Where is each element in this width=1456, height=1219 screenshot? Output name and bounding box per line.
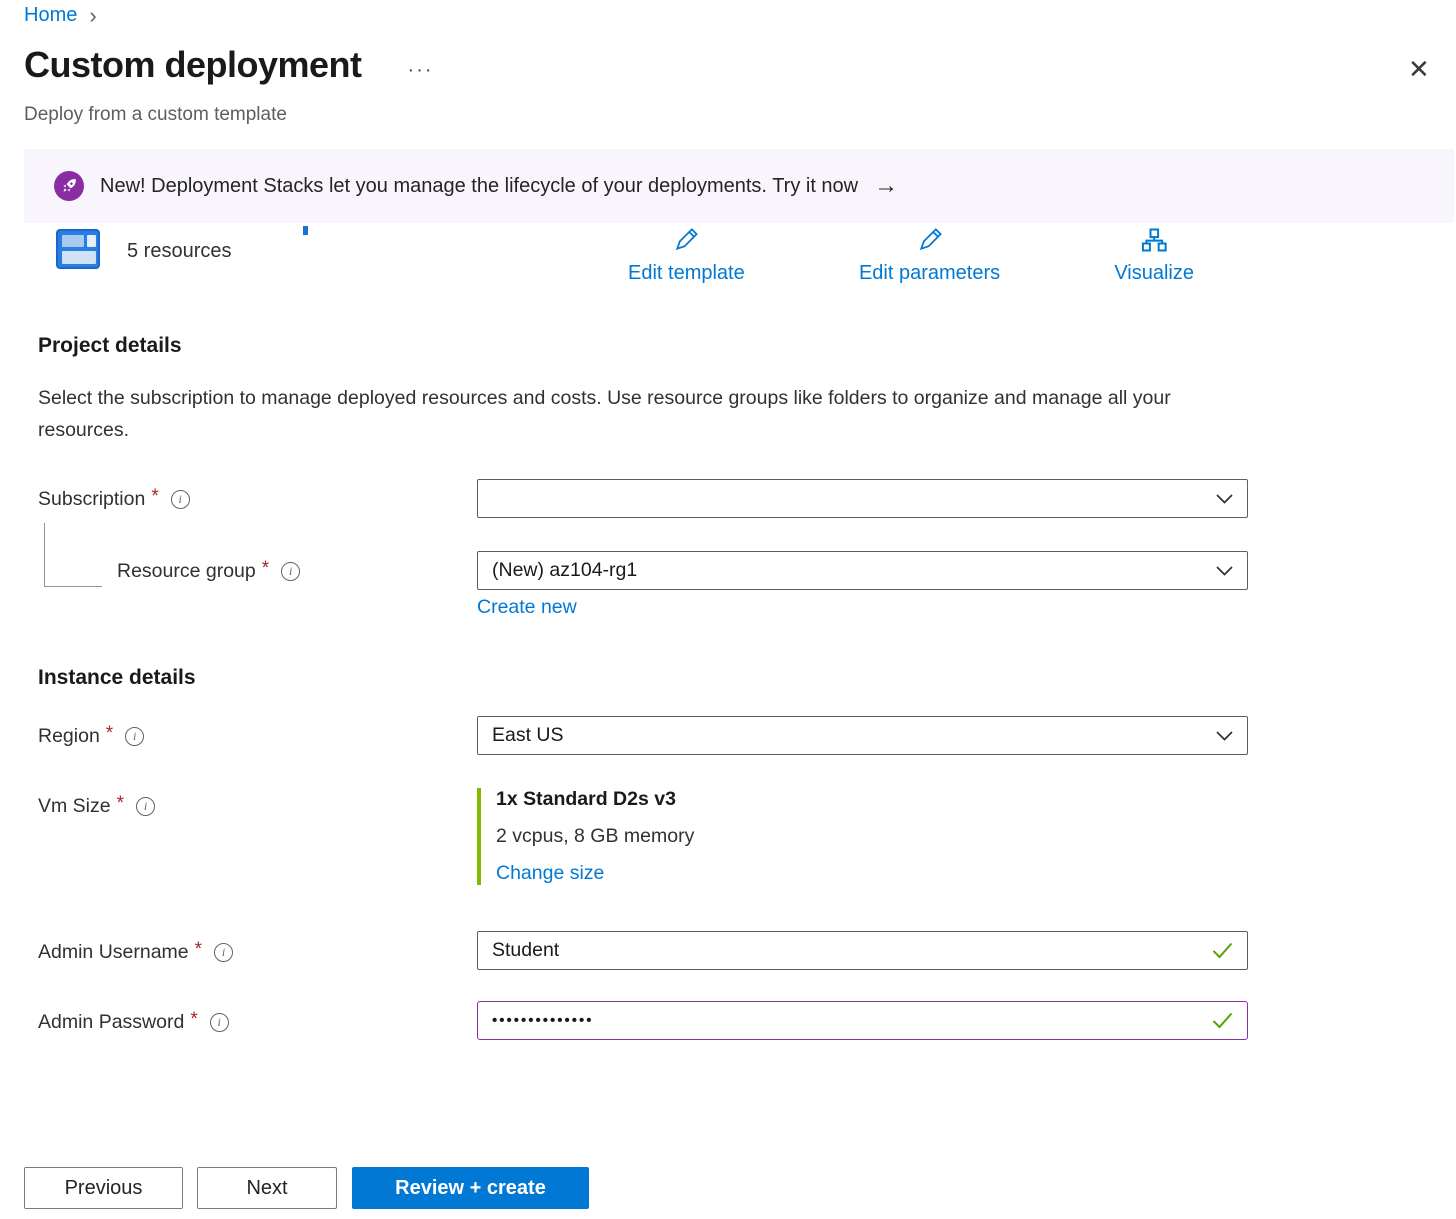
label-text: Vm Size (38, 795, 111, 818)
subscription-label: Subscription * i (38, 488, 190, 511)
vm-size-label: Vm Size * i (38, 795, 155, 818)
create-new-link[interactable]: Create new (477, 596, 577, 619)
field-connector-line (44, 523, 102, 587)
project-details-heading: Project details (38, 334, 182, 358)
info-icon[interactable]: i (281, 562, 300, 581)
template-actions: Edit template Edit parameters Visualize (628, 226, 1194, 285)
vm-size-specs: 2 vcpus, 8 GB memory (496, 825, 694, 848)
chevron-down-icon (1216, 566, 1233, 576)
close-icon[interactable]: ✕ (1408, 56, 1430, 82)
required-marker: * (151, 486, 158, 508)
info-icon[interactable]: i (171, 490, 190, 509)
more-options-ellipsis[interactable]: ··· (408, 59, 434, 82)
banner-message: New! Deployment Stacks let you manage th… (100, 175, 858, 198)
required-marker: * (117, 793, 124, 815)
info-icon[interactable]: i (136, 797, 155, 816)
breadcrumb-home-link[interactable]: Home (24, 4, 77, 27)
chevron-down-icon (1216, 494, 1233, 504)
admin-username-field-wrap (477, 931, 1248, 970)
vm-size-selection: 1x Standard D2s v3 (496, 788, 694, 811)
admin-password-input[interactable] (492, 1012, 1212, 1029)
edit-template-button[interactable]: Edit template (628, 226, 745, 285)
required-marker: * (262, 558, 269, 580)
page-header: Custom deployment ··· (24, 44, 434, 86)
rocket-icon (54, 171, 84, 201)
label-text: Admin Username (38, 941, 189, 964)
stray-caret-artifact (303, 226, 308, 235)
label-text: Admin Password (38, 1011, 184, 1034)
action-label: Edit parameters (859, 262, 1000, 285)
deployment-stacks-banner[interactable]: New! Deployment Stacks let you manage th… (24, 149, 1454, 223)
admin-username-input[interactable] (492, 939, 1212, 962)
admin-password-label: Admin Password * i (38, 1011, 229, 1034)
region-label: Region * i (38, 725, 144, 748)
change-size-link[interactable]: Change size (496, 862, 604, 885)
template-resources-icon (56, 229, 100, 269)
resource-group-value: (New) az104-rg1 (492, 559, 637, 582)
instance-details-heading: Instance details (38, 666, 196, 690)
org-chart-icon (1140, 226, 1168, 259)
region-value: East US (492, 724, 564, 747)
required-marker: * (190, 1009, 197, 1031)
visualize-button[interactable]: Visualize (1114, 226, 1194, 285)
project-details-description: Select the subscription to manage deploy… (38, 382, 1198, 446)
next-button[interactable]: Next (197, 1167, 337, 1209)
subscription-dropdown[interactable] (477, 479, 1248, 518)
breadcrumb: Home › (24, 4, 97, 27)
info-icon[interactable]: i (210, 1013, 229, 1032)
required-marker: * (195, 939, 202, 961)
arrow-right-icon: → (874, 174, 898, 198)
resource-group-label: Resource group * i (117, 560, 300, 583)
action-label: Edit template (628, 262, 745, 285)
valid-check-icon (1212, 942, 1233, 959)
previous-button[interactable]: Previous (24, 1167, 183, 1209)
info-icon[interactable]: i (125, 727, 144, 746)
label-text: Region (38, 725, 100, 748)
resource-group-dropdown[interactable]: (New) az104-rg1 (477, 551, 1248, 590)
page-title: Custom deployment (24, 44, 362, 86)
required-marker: * (106, 723, 113, 745)
valid-check-icon (1212, 1012, 1233, 1029)
page-subtitle: Deploy from a custom template (24, 104, 287, 126)
pencil-icon (672, 226, 700, 259)
region-dropdown[interactable]: East US (477, 716, 1248, 755)
vm-size-summary: 1x Standard D2s v3 2 vcpus, 8 GB memory … (477, 788, 694, 885)
edit-parameters-button[interactable]: Edit parameters (859, 226, 1000, 285)
info-icon[interactable]: i (214, 943, 233, 962)
pencil-icon (916, 226, 944, 259)
resources-count-label: 5 resources (127, 240, 232, 263)
label-text: Resource group (117, 560, 256, 583)
admin-username-label: Admin Username * i (38, 941, 233, 964)
review-create-button[interactable]: Review + create (352, 1167, 589, 1209)
breadcrumb-chevron-icon: › (89, 5, 96, 27)
chevron-down-icon (1216, 731, 1233, 741)
admin-password-field-wrap (477, 1001, 1248, 1040)
action-label: Visualize (1114, 262, 1194, 285)
label-text: Subscription (38, 488, 145, 511)
